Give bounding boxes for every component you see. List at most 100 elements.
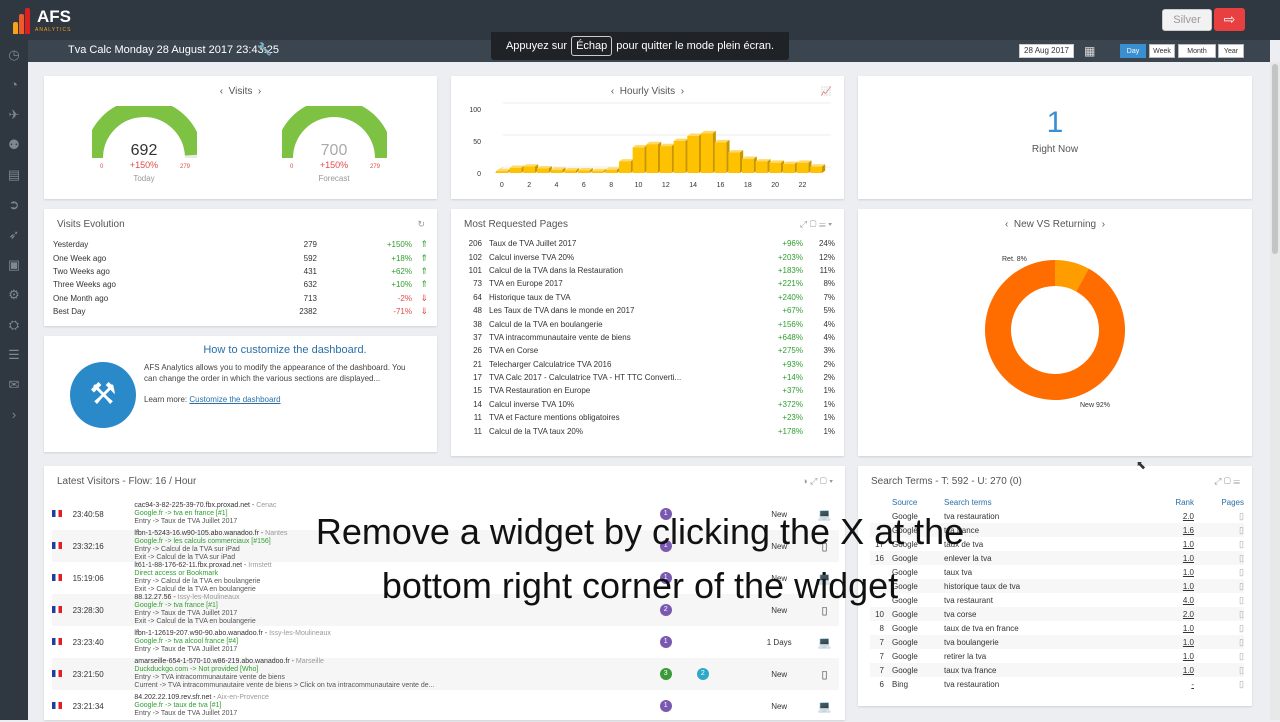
pages-icon[interactable]: ▯: [1194, 551, 1244, 565]
visit-host[interactable]: lfbn-1-5243-16.w90-105.abo.wanadoo.fr: [134, 530, 259, 537]
pages-icon[interactable]: ▯: [1194, 523, 1244, 537]
silver-plan-button[interactable]: Silver: [1162, 9, 1212, 31]
search-rank[interactable]: 1.0: [1154, 579, 1194, 593]
pages-icon[interactable]: ▯: [1194, 509, 1244, 523]
search-rank[interactable]: 1.0: [1154, 621, 1194, 635]
date-picker[interactable]: 28 Aug 2017: [1019, 44, 1074, 58]
page-name[interactable]: Taux de TVA Juillet 2017: [489, 237, 753, 250]
rocket-icon[interactable]: ➶: [0, 220, 28, 250]
page-row[interactable]: 11 Calcul de la TVA taux 20% +178% 1%: [463, 424, 835, 437]
visit-host[interactable]: 84.202.22.109.rev.sfr.net: [134, 694, 211, 701]
pages-icon[interactable]: ▯: [1194, 579, 1244, 593]
pages-icon[interactable]: ▯: [1194, 593, 1244, 607]
search-rank[interactable]: 4.0: [1154, 593, 1194, 607]
search-rank[interactable]: 1.6: [1154, 523, 1194, 537]
document-icon[interactable]: ▤: [0, 160, 28, 190]
col-pages[interactable]: Pages: [1194, 495, 1244, 509]
search-term[interactable]: taux tva france: [944, 663, 1154, 677]
pie-slice-new[interactable]: [985, 260, 1125, 400]
scrollbar-thumb[interactable]: [1272, 64, 1278, 254]
pages-icon[interactable]: ▯: [1194, 649, 1244, 663]
page-name[interactable]: Historique taux de TVA: [489, 291, 753, 304]
next-icon[interactable]: ›: [681, 86, 684, 97]
search-term[interactable]: tva restauration: [944, 677, 1154, 691]
page-name[interactable]: TVA en Corse: [489, 344, 753, 357]
next-icon[interactable]: ›: [258, 86, 261, 97]
visit-host[interactable]: lfbn-1-12619-207.w90-90.abo.wanadoo.fr: [134, 630, 262, 637]
wrench-icon[interactable]: 🔧: [257, 42, 272, 56]
search-term[interactable]: tva boulangerie: [944, 635, 1154, 649]
visit-host[interactable]: lt61-1-88-176-62-11.fbx.proxad.net: [134, 562, 242, 569]
line-chart-icon[interactable]: 📈: [821, 86, 832, 97]
page-name[interactable]: TVA Restauration en Europe: [489, 384, 753, 397]
calendar-icon[interactable]: ▦: [1084, 44, 1095, 58]
scrollbar[interactable]: [1270, 62, 1280, 720]
page-row[interactable]: 64 Historique taux de TVA +240% 7%: [463, 291, 835, 304]
page-row[interactable]: 21 Telecharger Calculatrice TVA 2016 +93% 2…: [463, 358, 835, 371]
period-week-button[interactable]: Week: [1149, 44, 1175, 58]
search-rank[interactable]: 1.0: [1154, 551, 1194, 565]
briefcase-icon[interactable]: ▣: [0, 250, 28, 280]
page-row[interactable]: 15 TVA Restauration en Europe +37% 1%: [463, 384, 835, 397]
prev-icon[interactable]: ‹: [220, 86, 223, 97]
visitor-row[interactable]: 23:23:40 lfbn-1-12619-207.w90-90.abo.wana…: [52, 626, 839, 658]
page-row[interactable]: 37 TVA intracommunautaire vente de biens +…: [463, 331, 835, 344]
widget-tools-icon[interactable]: ⤢ ▢ ☰ ▾: [800, 219, 832, 230]
page-row[interactable]: 73 TVA en Europe 2017 +221% 8%: [463, 277, 835, 290]
visit-host[interactable]: cac94-3-82-225-39-70.fbx.proxad.net: [134, 502, 250, 509]
gear-icon[interactable]: ⚙: [0, 280, 28, 310]
page-name[interactable]: TVA et Facture mentions obligatoires: [489, 411, 753, 424]
page-name[interactable]: Les Taux de TVA dans le monde en 2017: [489, 304, 753, 317]
search-rank[interactable]: 1.0: [1154, 663, 1194, 677]
page-name[interactable]: TVA intracommunautaire vente de biens: [489, 331, 753, 344]
page-row[interactable]: 102 Calcul inverse TVA 20% +203% 12%: [463, 250, 835, 263]
search-term[interactable]: retirer la tva: [944, 649, 1154, 663]
page-row[interactable]: 48 Les Taux de TVA dans le monde en 2017 +…: [463, 304, 835, 317]
logout-button[interactable]: ⇨: [1214, 8, 1245, 31]
page-name[interactable]: Telecharger Calculatrice TVA 2016: [489, 358, 753, 371]
page-name[interactable]: Calcul inverse TVA 10%: [489, 398, 753, 411]
pages-icon[interactable]: ▯: [1194, 635, 1244, 649]
search-rank[interactable]: 1.0: [1154, 537, 1194, 551]
pages-icon[interactable]: ▯: [1194, 677, 1244, 691]
clock-icon[interactable]: ◷: [0, 40, 28, 70]
page-row[interactable]: 206 Taux de TVA Juillet 2017 +96% 24%: [463, 237, 835, 250]
search-term-row[interactable]: 7 Google taux tva france 1.0 ▯: [870, 663, 1244, 677]
search-rank[interactable]: 2.0: [1154, 607, 1194, 621]
page-name[interactable]: Calcul de la TVA en boulangerie: [489, 317, 753, 330]
page-row[interactable]: 26 TVA en Corse +275% 3%: [463, 344, 835, 357]
arrow-circle-icon[interactable]: ➲: [0, 190, 28, 220]
visit-source[interactable]: Google.fr -> tva alcool france [#4]: [134, 638, 659, 646]
page-row[interactable]: 38 Calcul de la TVA en boulangerie +156% 4%: [463, 317, 835, 330]
list-icon[interactable]: ☰: [0, 340, 28, 370]
visitor-row[interactable]: 23:21:50 amarseille-654-1-570-10.w86-219.…: [52, 658, 839, 690]
mail-icon[interactable]: ✉: [0, 370, 28, 400]
pages-icon[interactable]: ▯: [1194, 663, 1244, 677]
afs-logo[interactable]: AFS ANALYTICS: [13, 6, 71, 36]
prev-icon[interactable]: ‹: [1005, 219, 1008, 230]
pages-icon[interactable]: ▯: [1194, 537, 1244, 551]
visit-source[interactable]: Google.fr -> taux de tva [#1]: [134, 702, 659, 710]
next-icon[interactable]: ›: [1102, 219, 1105, 230]
visit-host[interactable]: 88.12.27.56: [134, 594, 171, 601]
widget-tools-icon[interactable]: ◑ ⤢ ▢ ▾: [802, 476, 833, 487]
search-term-row[interactable]: 6 Bing tva restauration - ▯: [870, 677, 1244, 691]
search-term-row[interactable]: 8 Google taux de tva en france 1.0 ▯: [870, 621, 1244, 635]
search-rank[interactable]: 1.0: [1154, 635, 1194, 649]
visitor-row[interactable]: 23:21:34 84.202.22.109.rev.sfr.net - Aix-…: [52, 690, 839, 722]
period-day-button[interactable]: Day: [1120, 44, 1146, 58]
page-row[interactable]: 17 TVA Calc 2017 - Calculatrice TVA - HT …: [463, 371, 835, 384]
page-name[interactable]: Calcul inverse TVA 20%: [489, 250, 753, 263]
pages-icon[interactable]: ▯: [1194, 607, 1244, 621]
period-month-button[interactable]: Month: [1178, 44, 1216, 58]
dashboard-icon[interactable]: ◔: [0, 70, 28, 100]
visit-source[interactable]: Duckduckgo.com -> Not provided [Who]: [134, 666, 659, 674]
plane-icon[interactable]: ✈: [0, 100, 28, 130]
page-row[interactable]: 11 TVA et Facture mentions obligatoires +2…: [463, 411, 835, 424]
page-row[interactable]: 101 Calcul de la TVA dans la Restauration…: [463, 264, 835, 277]
page-name[interactable]: Calcul de la TVA dans la Restauration: [489, 264, 753, 277]
page-name[interactable]: TVA Calc 2017 - Calculatrice TVA - HT TT…: [489, 371, 753, 384]
period-year-button[interactable]: Year: [1218, 44, 1244, 58]
search-rank[interactable]: -: [1154, 677, 1194, 691]
expand-icon[interactable]: ›: [0, 400, 28, 430]
